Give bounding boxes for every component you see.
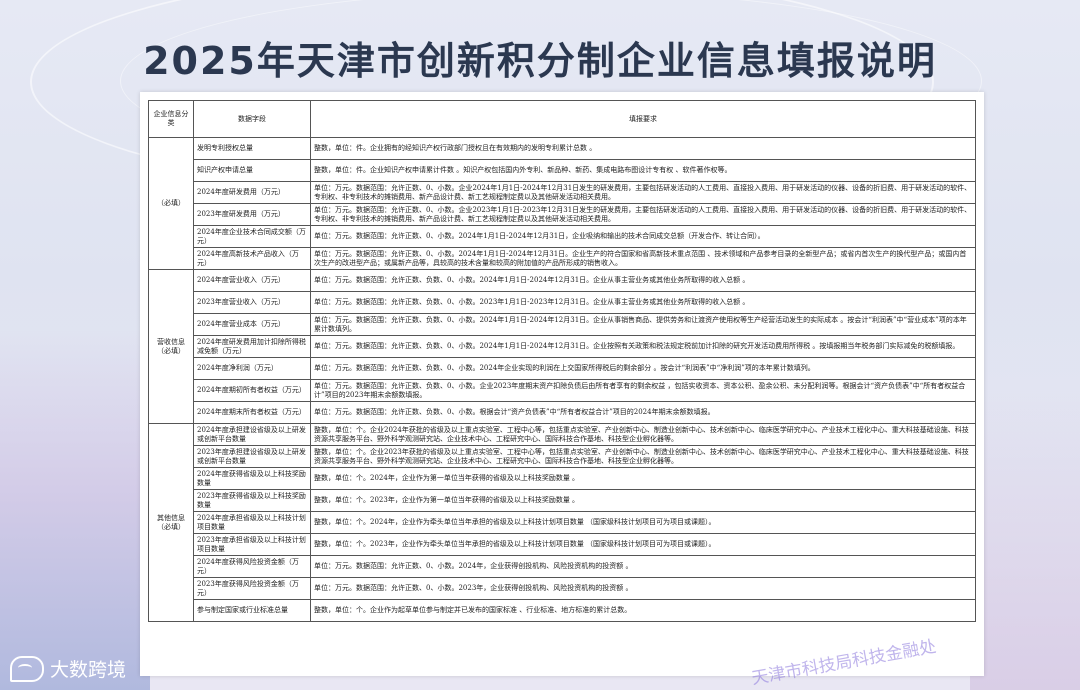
brand-logo: 大数跨境: [10, 655, 126, 682]
table-row: 2024年度企业技术合同成交额（万元） 单位：万元。数据范围：允许正数、0、小数。…: [149, 225, 976, 248]
requirement-cell: 单位：万元。数据范围：允许正数、负数、0、小数。2024年1月1日-2024年1…: [310, 313, 976, 336]
field-cell: 2024年度高新技术产品收入（万元）: [193, 247, 311, 270]
requirement-cell: 单位：万元。数据范围：允许正数、0、小数。企业2024年1月1日-2024年12…: [310, 181, 976, 204]
field-cell: 参与制定国家或行业标准总量: [193, 599, 311, 622]
chat-bubble-icon: [10, 655, 44, 682]
table-row: 营收信息（必填） 2024年度营业收入（万元） 单位：万元。数据范围：允许正数、负数…: [148, 269, 976, 424]
requirement-cell: 单位：万元。数据范围：允许正数、0、小数。企业2023年1月1日-2023年12…: [310, 203, 976, 226]
requirement-cell: 单位：万元。数据范围：允许正数、0、小数。2024年1月1日-2024年12月3…: [310, 247, 976, 270]
page-title: 2025年天津市创新积分制企业信息填报说明: [143, 39, 937, 83]
background-skyline-right: [970, 390, 1080, 690]
field-cell: 2023年度营业收入（万元）: [193, 291, 311, 314]
table-row: 2024年度期末所有者权益（万元） 单位：万元。数据范围：允许正数、负数、0、小数…: [149, 401, 976, 424]
field-cell: 2024年度承担省级及以上科技计划项目数量: [193, 511, 311, 534]
header-requirement: 填报要求: [310, 100, 976, 138]
requirement-cell: 整数，单位：件。企业知识产权申请累计件数 。知识产权包括国内外专利、新品种、新药…: [310, 159, 976, 182]
table-row: 知识产权申请总量 整数，单位：件。企业知识产权申请累计件数 。知识产权包括国内外专…: [149, 159, 976, 182]
field-cell: 2023年度承担建设省级及以上研发或创新平台数量: [193, 445, 311, 468]
requirement-cell: 单位：万元。数据范围：允许正数、负数、0、小数。根据会计“资产负债表”中“所有者…: [310, 401, 976, 424]
requirement-cell: 整数，单位：个。2024年，企业作为第一单位当年获得的省级及以上科技奖励数量 。: [310, 467, 976, 490]
table-row: 2023年度研发费用（万元） 单位：万元。数据范围：允许正数、0、小数。企业202…: [149, 203, 976, 226]
field-cell: 2024年度期初所有者权益（万元）: [193, 379, 311, 402]
requirement-cell: 单位：万元。数据范围：允许正数、0、小数。2023年，企业获得创投机构、风险投资…: [310, 577, 976, 600]
category-cell: 营收信息（必填）: [148, 269, 194, 424]
table-row: 其他信息（必填） 2024年度承担建设省级及以上研发或创新平台数量 整数，单位：个。…: [148, 423, 976, 622]
requirement-cell: 单位：万元。数据范围：允许正数、负数、0、小数。企业2023年度期末资产扣除负债…: [310, 379, 976, 402]
field-cell: 2024年度承担建设省级及以上研发或创新平台数量: [193, 423, 311, 446]
field-cell: 2024年度净利润（万元）: [193, 357, 311, 380]
field-cell: 2024年度营业收入（万元）: [193, 269, 311, 292]
table-header-row: 企业信息分类 数据字段 填报要求: [148, 100, 976, 138]
field-cell: 2023年度承担省级及以上科技计划项目数量: [193, 533, 311, 556]
table-row: 2023年度承担省级及以上科技计划项目数量 整数，单位：个。2023年，企业作为牵…: [149, 533, 976, 556]
table-row: 2023年度承担建设省级及以上研发或创新平台数量 整数，单位：个。企业2023年获…: [149, 445, 976, 468]
field-cell: 知识产权申请总量: [193, 159, 311, 182]
document-sheet: 企业信息分类 数据字段 填报要求 （必填） 发明专利授权总量 整数，单位：件。企业拥…: [140, 92, 984, 689]
requirement-cell: 整数，单位：个。2023年，企业作为第一单位当年获得的省级及以上科技奖励数量 。: [310, 489, 976, 512]
field-cell: 2024年度获得省级及以上科技奖励数量: [193, 467, 311, 490]
field-cell: 2024年度营业成本（万元）: [193, 313, 311, 336]
field-cell: 2023年度研发费用（万元）: [193, 203, 311, 226]
table-row: 2023年度获得风险投资金额（万元） 单位：万元。数据范围：允许正数、0、小数。2…: [149, 577, 976, 600]
table-row: （必填） 发明专利授权总量 整数，单位：件。企业拥有的经知识产权行政部门授权且在有效…: [148, 137, 976, 270]
field-cell: 2024年度期末所有者权益（万元）: [193, 401, 311, 424]
table-row: 2023年度营业收入（万元） 单位：万元。数据范围：允许正数、负数、0、小数。20…: [149, 291, 976, 314]
brand-name: 大数跨境: [50, 659, 127, 681]
field-cell: 发明专利授权总量: [193, 137, 311, 160]
field-cell: 2023年度获得风险投资金额（万元）: [193, 577, 311, 600]
requirement-cell: 单位：万元。数据范围：允许正数、负数、0、小数。2023年1月1日-2023年1…: [310, 291, 976, 314]
requirement-cell: 整数，单位：个。企业2023年获批的省级及以上重点实验室、工程中心等，包括重点实…: [310, 445, 976, 468]
requirement-cell: 整数，单位：个。2023年，企业作为牵头单位当年承担的省级及以上科技计划项目数量…: [310, 533, 976, 556]
field-cell: 2024年度获得风险投资金额（万元）: [193, 555, 311, 578]
field-cell: 2024年度研发费用加计扣除所得税减免额（万元）: [193, 335, 311, 358]
requirement-cell: 整数，单位：个。2024年，企业作为牵头单位当年承担的省级及以上科技计划项目数量…: [310, 511, 976, 534]
table-row: 2024年度期初所有者权益（万元） 单位：万元。数据范围：允许正数、负数、0、小数…: [149, 379, 976, 402]
table-row: 2024年度研发费用（万元） 单位：万元。数据范围：允许正数、0、小数。企业202…: [149, 181, 976, 204]
table-row: 2024年度高新技术产品收入（万元） 单位：万元。数据范围：允许正数、0、小数。2…: [149, 247, 976, 270]
watermark: 天津市科技局科技金融处: [750, 636, 938, 690]
requirement-cell: 整数，单位：个。企业作为起草单位参与制定并已发布的国家标准 、行业标准、地方标准…: [310, 599, 976, 622]
category-cell: （必填）: [148, 137, 194, 270]
requirement-cell: 单位：万元。数据范围：允许正数、负数、0、小数。2024年1月1日-2024年1…: [310, 269, 976, 292]
table-row: 参与制定国家或行业标准总量 整数，单位：个。企业作为起草单位参与制定并已发布的国家…: [149, 599, 976, 622]
requirement-cell: 单位：万元。数据范围：允许正数、负数、0、小数。2024年企业实现的利润在上交国…: [310, 357, 976, 380]
field-cell: 2024年度企业技术合同成交额（万元）: [193, 225, 311, 248]
table-row: 2024年度营业成本（万元） 单位：万元。数据范围：允许正数、负数、0、小数。20…: [149, 313, 976, 336]
requirement-cell: 整数，单位：个。企业2024年获批的省级及以上重点实验室、工程中心等，包括重点实…: [310, 423, 976, 446]
header-field: 数据字段: [193, 100, 311, 138]
header-category: 企业信息分类: [148, 100, 194, 138]
table-row: 2024年度获得风险投资金额（万元） 单位：万元。数据范围：允许正数、0、小数。2…: [149, 555, 976, 578]
table-body: （必填） 发明专利授权总量 整数，单位：件。企业拥有的经知识产权行政部门授权且在有效…: [148, 137, 976, 622]
table-row: 2024年度承担省级及以上科技计划项目数量 整数，单位：个。2024年，企业作为牵…: [149, 511, 976, 534]
requirement-cell: 整数，单位：件。企业拥有的经知识产权行政部门授权且在有效期内的发明专利累计总数 …: [310, 137, 976, 160]
category-cell: 其他信息（必填）: [148, 423, 194, 622]
table-row: 2024年度净利润（万元） 单位：万元。数据范围：允许正数、负数、0、小数。202…: [149, 357, 976, 380]
table-row: 2024年度获得省级及以上科技奖励数量 整数，单位：个。2024年，企业作为第一单…: [149, 467, 976, 490]
requirement-cell: 单位：万元。数据范围：允许正数、0、小数。2024年1月1日-2024年12月3…: [310, 225, 976, 248]
background-skyline-left: [0, 330, 150, 690]
info-table: 企业信息分类 数据字段 填报要求 （必填） 发明专利授权总量 整数，单位：件。企业拥…: [148, 100, 976, 622]
field-cell: 2024年度研发费用（万元）: [193, 181, 311, 204]
table-row: 2023年度获得省级及以上科技奖励数量 整数，单位：个。2023年，企业作为第一单…: [149, 489, 976, 512]
requirement-cell: 单位：万元。数据范围：允许正数、0、小数。2024年，企业获得创投机构、风险投资…: [310, 555, 976, 578]
field-cell: 2023年度获得省级及以上科技奖励数量: [193, 489, 311, 512]
table-row: 2024年度研发费用加计扣除所得税减免额（万元） 单位：万元。数据范围：允许正数、…: [149, 335, 976, 358]
requirement-cell: 单位：万元。数据范围：允许正数、负数、0、小数。2024年1月1日-2024年1…: [310, 335, 976, 358]
